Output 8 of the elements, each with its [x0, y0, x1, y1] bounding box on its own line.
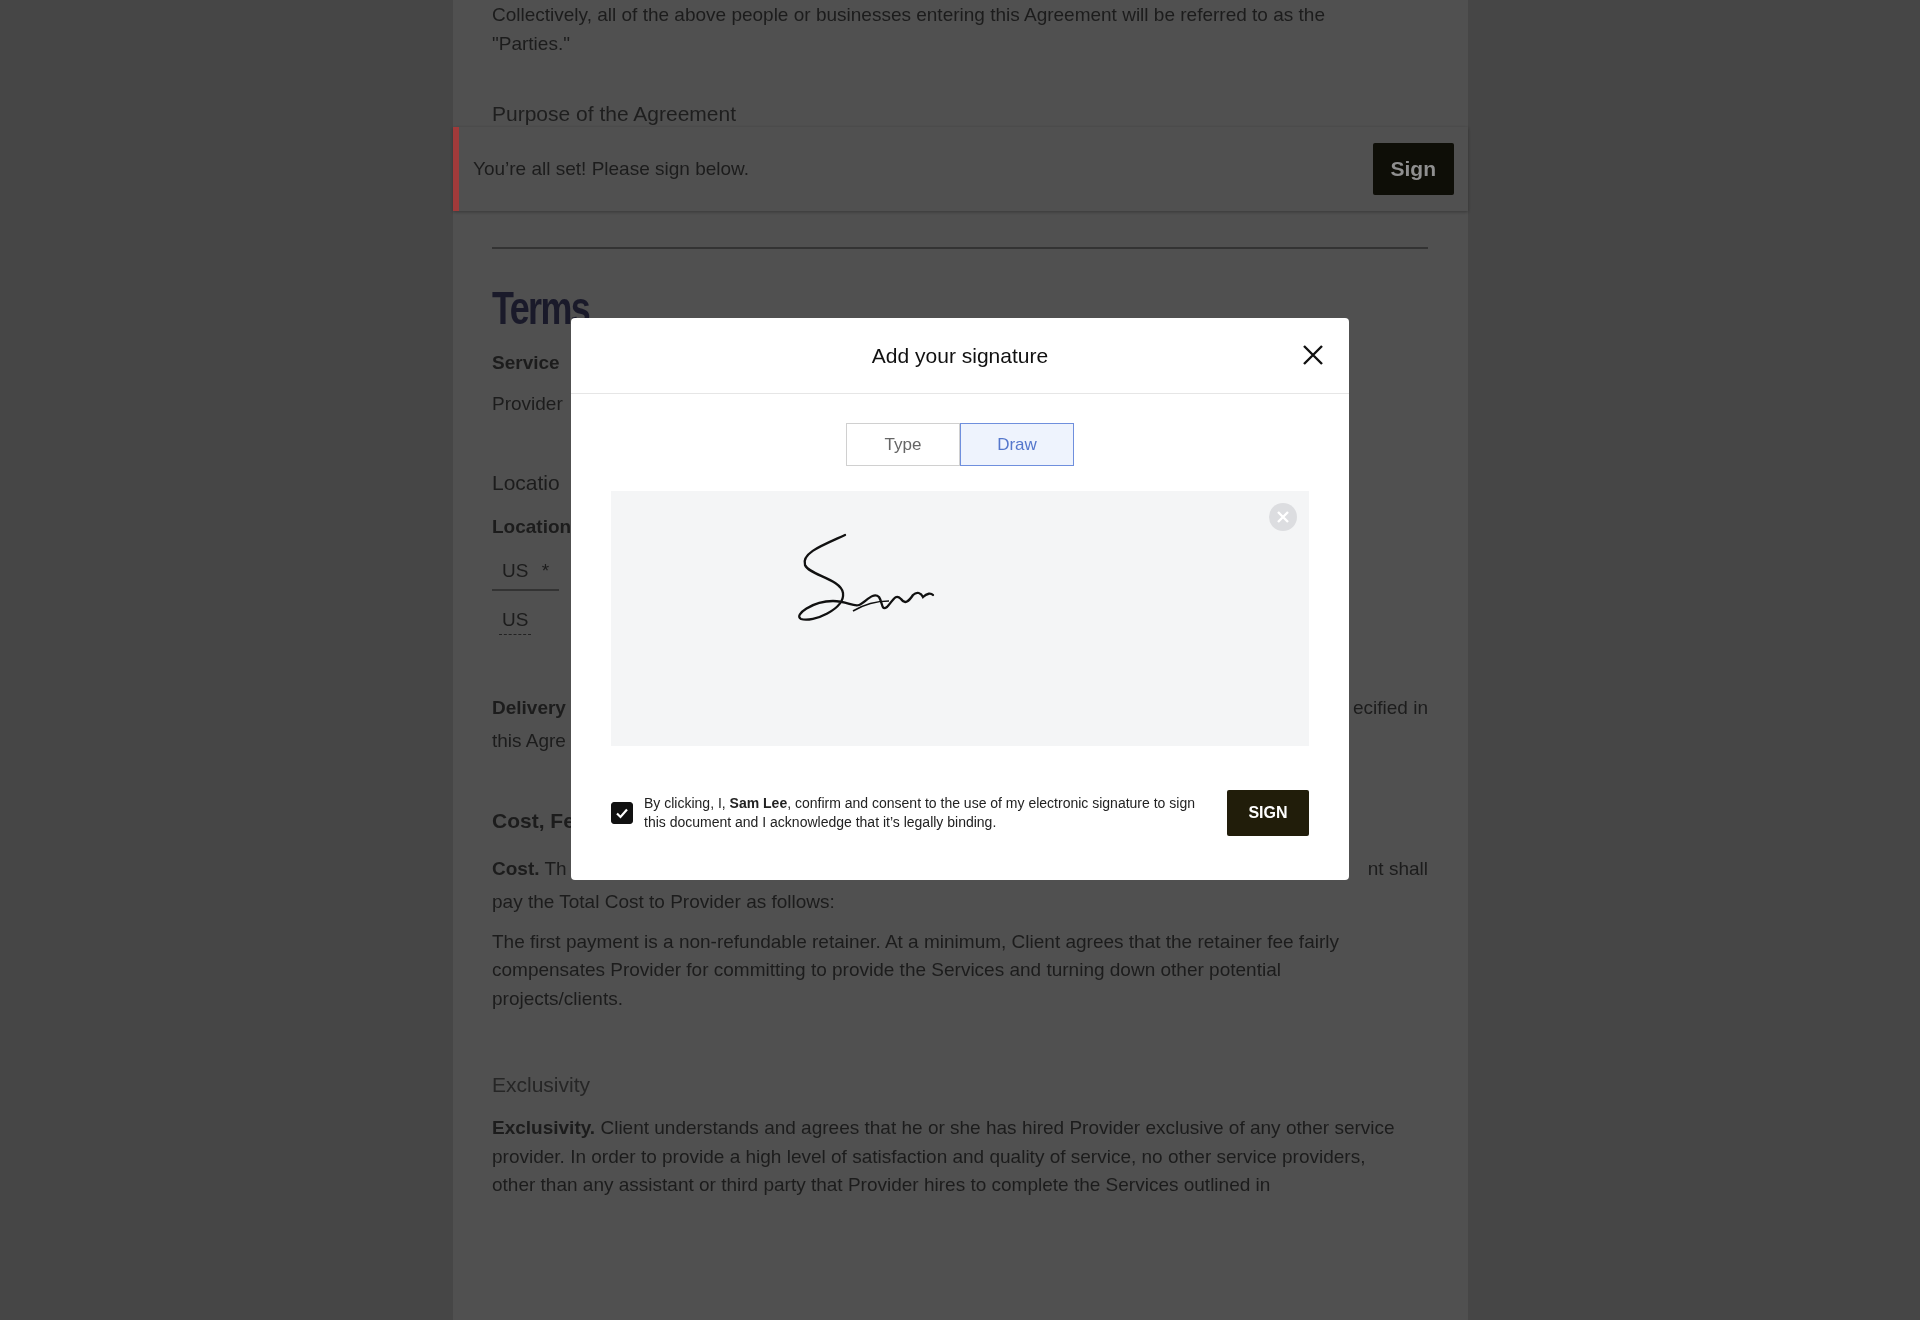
mode-tab[interactable]: Type — [846, 423, 960, 466]
sign-button[interactable]: Sign — [1372, 143, 1454, 195]
dialog-title: Add your signature — [871, 343, 1049, 368]
consent-text: By clicking, I, Sam Lee, confirm and consent to the use of my electronic signature to sign this document and I acknowledge that it’s legally binding. — [644, 794, 1196, 832]
close-icon[interactable] — [1302, 344, 1324, 366]
mode-tab[interactable]: Draw — [960, 423, 1074, 466]
sign-button[interactable]: SIGN — [1227, 790, 1309, 836]
consent-checkbox[interactable] — [611, 802, 633, 824]
